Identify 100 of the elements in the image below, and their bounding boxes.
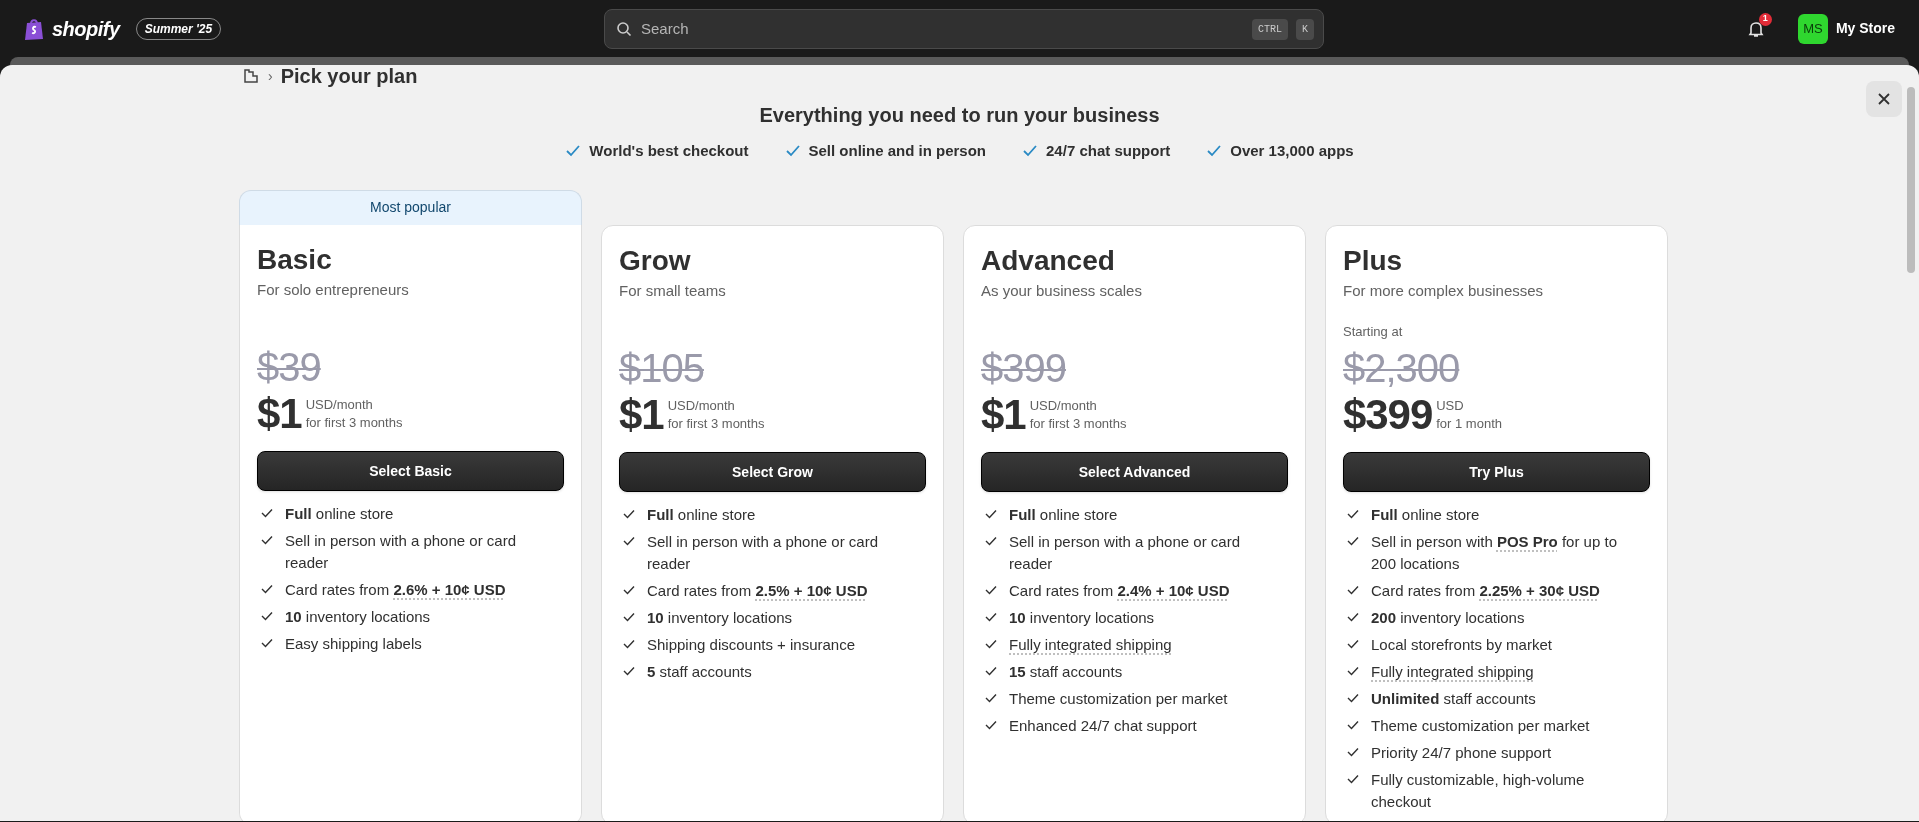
plan-tagline: For solo entrepreneurs: [257, 279, 410, 300]
plan-name: Grow: [619, 243, 692, 278]
scrollbar-thumb[interactable]: [1907, 87, 1915, 273]
check-icon: [985, 639, 997, 649]
check-icon: [261, 584, 273, 594]
check-icon: [784, 144, 801, 159]
check-icon: [1347, 747, 1359, 757]
select-plan-button[interactable]: Select Advanced: [981, 452, 1288, 492]
feature-text: Card rates from 2.4% + 10¢ USD: [1009, 581, 1230, 601]
check-icon: [985, 585, 997, 595]
popular-ribbon: Most popular: [239, 189, 582, 225]
highlight-text: World's best checkout: [589, 141, 749, 161]
check-icon: [985, 612, 997, 622]
check-icon: [985, 720, 997, 730]
check-icon: [623, 509, 635, 519]
store-avatar[interactable]: MS: [1797, 13, 1828, 44]
select-plan-button[interactable]: Try Plus: [1343, 452, 1650, 492]
feature-text: Sell in person with a phone or card reader: [285, 531, 517, 573]
check-icon: [623, 585, 635, 595]
feature-text: 15 staff accounts: [1009, 662, 1123, 682]
highlight-text: Sell online and in person: [808, 141, 987, 161]
feature-text: Priority 24/7 phone support: [1371, 743, 1552, 763]
old-price: $105: [619, 346, 704, 390]
check-icon: [1347, 774, 1359, 784]
store-icon[interactable]: [242, 67, 260, 85]
check-icon: [1347, 509, 1359, 519]
bag-logo-icon[interactable]: [24, 16, 44, 41]
price-term: for first 3 months: [667, 415, 765, 433]
check-icon: [985, 666, 997, 676]
feature-text: Full online store: [647, 505, 756, 525]
price-term: for 1 month: [1436, 415, 1502, 433]
price-term: for first 3 months: [1029, 415, 1127, 433]
starting-label: Starting at: [1343, 324, 1403, 339]
check-icon: [261, 508, 273, 518]
feature-text: 5 staff accounts: [647, 662, 752, 682]
feature-text: Fully integrated shipping: [1009, 635, 1172, 655]
check-icon: [261, 535, 273, 545]
feature-text: Fully integrated shipping: [1371, 662, 1534, 682]
price: $399: [1343, 392, 1433, 438]
price-unit: USD/month: [305, 396, 374, 414]
old-price: $2,300: [1343, 346, 1460, 390]
price: $1: [257, 391, 302, 437]
check-icon: [261, 611, 273, 621]
feature-text: Full online store: [1009, 505, 1118, 525]
plan-tagline: For more complex businesses: [1343, 280, 1545, 301]
check-icon: [623, 639, 635, 649]
check-icon: [623, 612, 635, 622]
price-unit: USD/month: [667, 397, 736, 415]
feature-text: 200 inventory locations: [1371, 608, 1525, 628]
price-unit: USD/month: [1029, 397, 1098, 415]
price: $1: [981, 392, 1026, 438]
highlight-text: Over 13,000 apps: [1230, 141, 1354, 161]
old-price: $399: [981, 346, 1066, 390]
feature-text: Shipping discounts + insurance: [647, 635, 856, 655]
heading: Everything you need to run your business: [759, 103, 1160, 128]
logo-text[interactable]: shopify: [52, 13, 120, 44]
price-unit: USD: [1436, 397, 1465, 415]
check-icon: [1347, 639, 1359, 649]
plan-name: Basic: [257, 242, 333, 277]
feature-text: Card rates from 2.5% + 10¢ USD: [647, 581, 868, 601]
plan-name: Advanced: [981, 243, 1116, 278]
feature-text: Card rates from 2.6% + 10¢ USD: [285, 580, 506, 600]
breadcrumb-separator: ›: [268, 66, 273, 86]
search-icon: [616, 20, 632, 37]
feature-text: 10 inventory locations: [1009, 608, 1155, 628]
feature-text: Sell in person with a phone or card reader: [647, 532, 879, 574]
check-icon: [1347, 536, 1359, 546]
check-icon: [1206, 144, 1223, 159]
plan-tagline: As your business scales: [981, 280, 1143, 301]
feature-text: Sell in person with POS Pro for up to 200 locations: [1371, 532, 1618, 574]
old-price: $39: [257, 345, 321, 389]
check-icon: [261, 638, 273, 648]
check-icon: [1347, 612, 1359, 622]
feature-text: Full online store: [285, 504, 394, 524]
check-icon: [1022, 144, 1039, 159]
feature-text: 10 inventory locations: [285, 607, 431, 627]
feature-text: Easy shipping labels: [285, 634, 422, 654]
check-icon: [985, 693, 997, 703]
select-plan-button[interactable]: Select Grow: [619, 452, 926, 492]
close-button[interactable]: [1866, 81, 1902, 117]
check-icon: [1347, 585, 1359, 595]
feature-text: Local storefronts by market: [1371, 635, 1552, 655]
feature-text: Unlimited staff accounts: [1371, 689, 1536, 709]
feature-text: Full online store: [1371, 505, 1480, 525]
check-icon: [985, 509, 997, 519]
page-title: Pick your plan: [280, 65, 418, 89]
plan-tagline: For small teams: [619, 280, 727, 301]
notification-count: 1: [1758, 12, 1772, 26]
feature-text: Fully customizable, high-volume checkout: [1371, 770, 1586, 812]
feature-text: Sell in person with a phone or card reader: [1009, 532, 1241, 574]
price: $1: [619, 392, 664, 438]
check-icon: [1347, 693, 1359, 703]
feature-text: Theme customization per market: [1009, 689, 1228, 709]
check-icon: [985, 536, 997, 546]
check-icon: [1347, 666, 1359, 676]
select-plan-button[interactable]: Select Basic: [257, 451, 564, 491]
plan-name: Plus: [1343, 243, 1404, 278]
store-name[interactable]: My Store: [1835, 18, 1895, 39]
check-icon: [623, 666, 635, 676]
highlight-text: 24/7 chat support: [1046, 141, 1171, 161]
